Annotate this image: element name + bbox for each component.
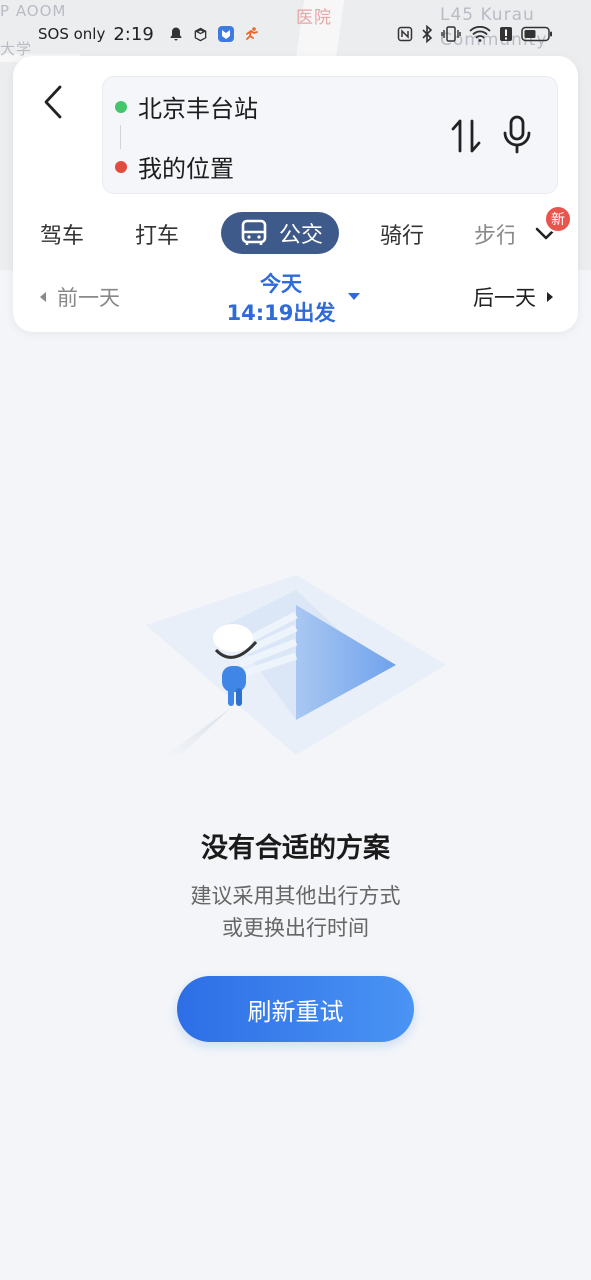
alert-icon: [500, 27, 512, 41]
tab-drive[interactable]: 驾车: [40, 214, 84, 254]
back-button[interactable]: [37, 80, 69, 124]
cube-icon: [194, 27, 207, 41]
caret-left-icon: [40, 292, 46, 302]
tab-walk[interactable]: 步行: [474, 214, 514, 254]
empty-state-title: 没有合适的方案: [201, 833, 390, 864]
nfc-icon: [397, 26, 413, 42]
empty-state-hint: 或更换出行时间: [222, 916, 369, 940]
origin-dot-icon: [115, 100, 127, 113]
tab-taxi[interactable]: 打车: [135, 214, 179, 254]
transport-mode-tabs: 驾车 打车 公交 骑行 步行 新: [13, 205, 578, 258]
empty-state-hint: 建议采用其他出行方式: [190, 884, 401, 908]
wifi-icon: [469, 26, 491, 42]
origin-field[interactable]: 北京丰台站: [115, 89, 258, 124]
carrier-label: SOS only: [38, 25, 106, 43]
tab-bike[interactable]: 骑行: [380, 214, 424, 254]
origin-text: 北京丰台站: [138, 95, 258, 123]
caret-down-icon: [348, 293, 360, 300]
runner-icon: [245, 27, 258, 40]
bus-icon: [241, 219, 267, 245]
previous-day-button[interactable]: 前一天: [39, 282, 120, 312]
departure-time: 14:19出发: [226, 301, 336, 325]
vibrate-icon: [441, 26, 461, 42]
route-connector: [120, 125, 121, 149]
destination-text: 我的位置: [138, 155, 234, 183]
route-input-box: 北京丰台站 我的位置: [102, 76, 558, 194]
status-time: 2:19: [113, 23, 154, 45]
voice-input-button[interactable]: [501, 115, 533, 155]
status-bar: SOS only 2:19: [0, 18, 591, 50]
microphone-icon: [503, 115, 531, 154]
swap-route-button[interactable]: [449, 117, 483, 155]
battery-icon: [521, 26, 552, 42]
empty-state-illustration: [146, 575, 446, 755]
swap-arrows-icon: [451, 119, 481, 153]
next-day-button[interactable]: 后一天: [473, 282, 554, 312]
chevron-left-icon: [44, 85, 62, 119]
departure-day: 今天: [260, 272, 302, 296]
destination-field[interactable]: 我的位置: [115, 149, 234, 184]
caret-right-icon: [547, 292, 553, 302]
tab-transit[interactable]: 公交: [221, 212, 340, 254]
bluetooth-icon: [422, 25, 433, 43]
new-badge: 新: [544, 205, 572, 233]
bell-icon: [170, 27, 182, 41]
route-card: 北京丰台站 我的位置 驾车 打车 公交 骑行 步行 新 前一天 今天 14:19…: [13, 56, 578, 332]
date-selector: 前一天 今天 14:19出发 后一天: [13, 264, 578, 328]
app-shield-icon: [217, 26, 234, 42]
departure-time-picker[interactable]: 今天 14:19出发: [219, 266, 379, 326]
destination-dot-icon: [115, 160, 127, 173]
refresh-retry-button[interactable]: 刷新重试: [177, 976, 414, 1042]
